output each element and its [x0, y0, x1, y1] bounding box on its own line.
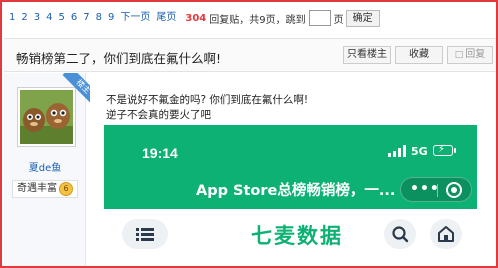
rank-medal-icon: 6 [59, 182, 73, 196]
reply-button-label: 回复 [465, 49, 486, 60]
reply-summary: 回复贴，共9页，跳到 [209, 14, 306, 26]
menu-icon [122, 219, 168, 249]
phone-time: 19:14 [142, 145, 178, 161]
page-link[interactable]: 7 [80, 10, 92, 26]
pagination-bar: 1 2 3 4 5 6 7 8 9 下一页 尾页 304 回复贴，共9页，跳到 … [6, 8, 496, 28]
page-link[interactable]: 6 [68, 10, 80, 26]
page-unit-label: 页 [333, 14, 344, 26]
post-line: 逆子不会真的要火了吧 [106, 109, 211, 121]
go-button[interactable]: 确定 [345, 9, 380, 27]
brand-logo-text: 七麦数据 [251, 224, 343, 248]
signal-icon [388, 145, 408, 157]
reply-count: 304 [185, 12, 207, 24]
page-link[interactable]: 2 [18, 10, 30, 26]
reply-icon: □ [454, 50, 464, 60]
thread-title: 畅销榜第二了，你们到底在氟什么啊! [16, 51, 222, 66]
next-page-link[interactable]: 下一页 [117, 10, 153, 26]
page-link[interactable]: 3 [31, 10, 43, 26]
username[interactable]: 夏de鱼 [4, 159, 86, 174]
battery-icon: ⚡ [433, 144, 456, 156]
post-line: 不是说好不氟金的吗? 你们到底在氟什么啊! [106, 94, 309, 106]
page-link[interactable]: 1 [6, 10, 18, 26]
user-rank-badge: 奇遇丰富 6 [12, 180, 78, 198]
thread-header: 畅销榜第二了，你们到底在氟什么啊! 只看楼主 收藏 □ 回复 [4, 38, 496, 72]
last-page-link[interactable]: 尾页 [153, 10, 179, 26]
home-icon [430, 219, 462, 249]
page-link[interactable]: 8 [93, 10, 105, 26]
favorite-button[interactable]: 收藏 [395, 46, 443, 64]
floor-ribbon: 楼主 [58, 73, 90, 105]
embedded-phone-screenshot: 19:14 5G ⚡ App Store总榜畅销榜，一... ••• 七麦数据 [104, 125, 477, 259]
phone-page-title: App Store总榜畅销榜，一... [196, 183, 396, 199]
page-jump-input[interactable] [308, 10, 331, 26]
reply-button[interactable]: □ 回复 [447, 46, 493, 64]
capsule-divider [437, 184, 438, 197]
close-icon [446, 182, 462, 198]
phone-nav-bar: 七麦数据 [104, 209, 477, 259]
floor-label: 楼主 [62, 73, 90, 105]
user-rank-label: 奇遇丰富 [17, 183, 57, 194]
search-icon [384, 219, 416, 249]
page-link[interactable]: 4 [43, 10, 55, 26]
network-label: 5G [411, 145, 428, 158]
page-link[interactable]: 9 [105, 10, 117, 26]
post-content: 不是说好不氟金的吗? 你们到底在氟什么啊! 逆子不会真的要火了吧 [106, 93, 308, 123]
only-author-button[interactable]: 只看楼主 [343, 46, 391, 64]
more-icon: ••• [410, 181, 440, 197]
page-link[interactable]: 5 [56, 10, 68, 26]
screenshot-frame: 1 2 3 4 5 6 7 8 9 下一页 尾页 304 回复贴，共9页，跳到 … [0, 0, 498, 268]
mini-program-capsule: ••• [400, 177, 472, 202]
